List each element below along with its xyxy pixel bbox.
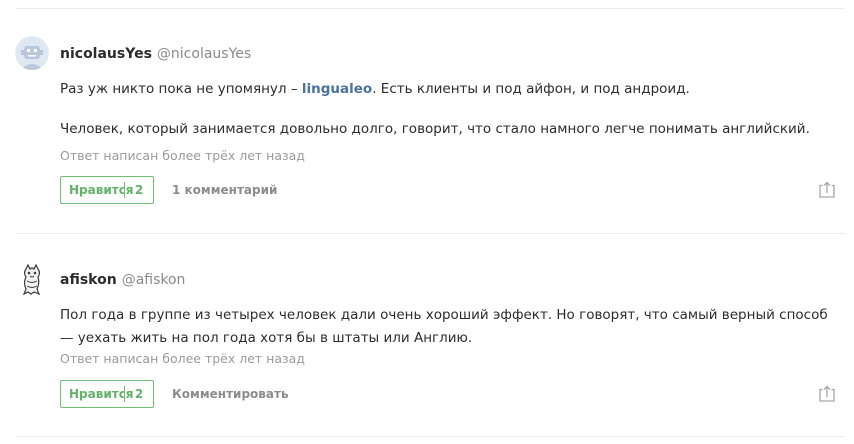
- answer-meta: Ответ написан более трёх лет назад: [60, 351, 305, 366]
- author-handle[interactable]: @nicolausYes: [157, 46, 251, 62]
- like-count: 2: [134, 183, 144, 197]
- author-name[interactable]: nicolausYes: [60, 46, 152, 62]
- share-icon[interactable]: [819, 385, 835, 402]
- answers-divider: [15, 233, 845, 234]
- answer-meta: Ответ написан более трёх лет назад: [60, 148, 305, 163]
- answer-paragraph-1: Пол года в группе из четырех человек дал…: [60, 307, 828, 346]
- answer-text: Пол года в группе из четырех человек дал…: [60, 304, 830, 350]
- author: afiskon @afiskon: [60, 271, 185, 289]
- robot-avatar-icon[interactable]: [15, 36, 49, 70]
- cat-avatar-icon[interactable]: [15, 262, 49, 296]
- comment-link[interactable]: Комментировать: [172, 387, 289, 401]
- answer-paragraph-1: Раз уж никто пока не упомянул – linguale…: [60, 78, 830, 101]
- author-handle[interactable]: @afiskon: [122, 272, 186, 288]
- bottom-divider: [15, 436, 845, 437]
- answer-text: Раз уж никто пока не упомянул – linguale…: [60, 78, 830, 141]
- lingualeo-link[interactable]: lingualeo: [302, 81, 372, 97]
- author: nicolausYes @nicolausYes: [60, 45, 251, 63]
- like-label: Нравится: [69, 387, 134, 401]
- share-icon[interactable]: [819, 181, 835, 198]
- like-button[interactable]: Нравится 2: [60, 380, 154, 408]
- text-after-link: . Есть клиенты и под айфон, и под андрои…: [372, 81, 690, 97]
- comments-link[interactable]: 1 комментарий: [172, 183, 277, 197]
- answer-paragraph-2: Человек, который занимается довольно дол…: [60, 121, 810, 137]
- author-name[interactable]: afiskon: [60, 272, 117, 288]
- text-before-link: Раз уж никто пока не упомянул –: [60, 81, 302, 97]
- like-button[interactable]: Нравится 2: [60, 176, 154, 204]
- like-label: Нравится: [69, 183, 134, 197]
- top-divider: [15, 8, 845, 9]
- like-count: 2: [134, 387, 144, 401]
